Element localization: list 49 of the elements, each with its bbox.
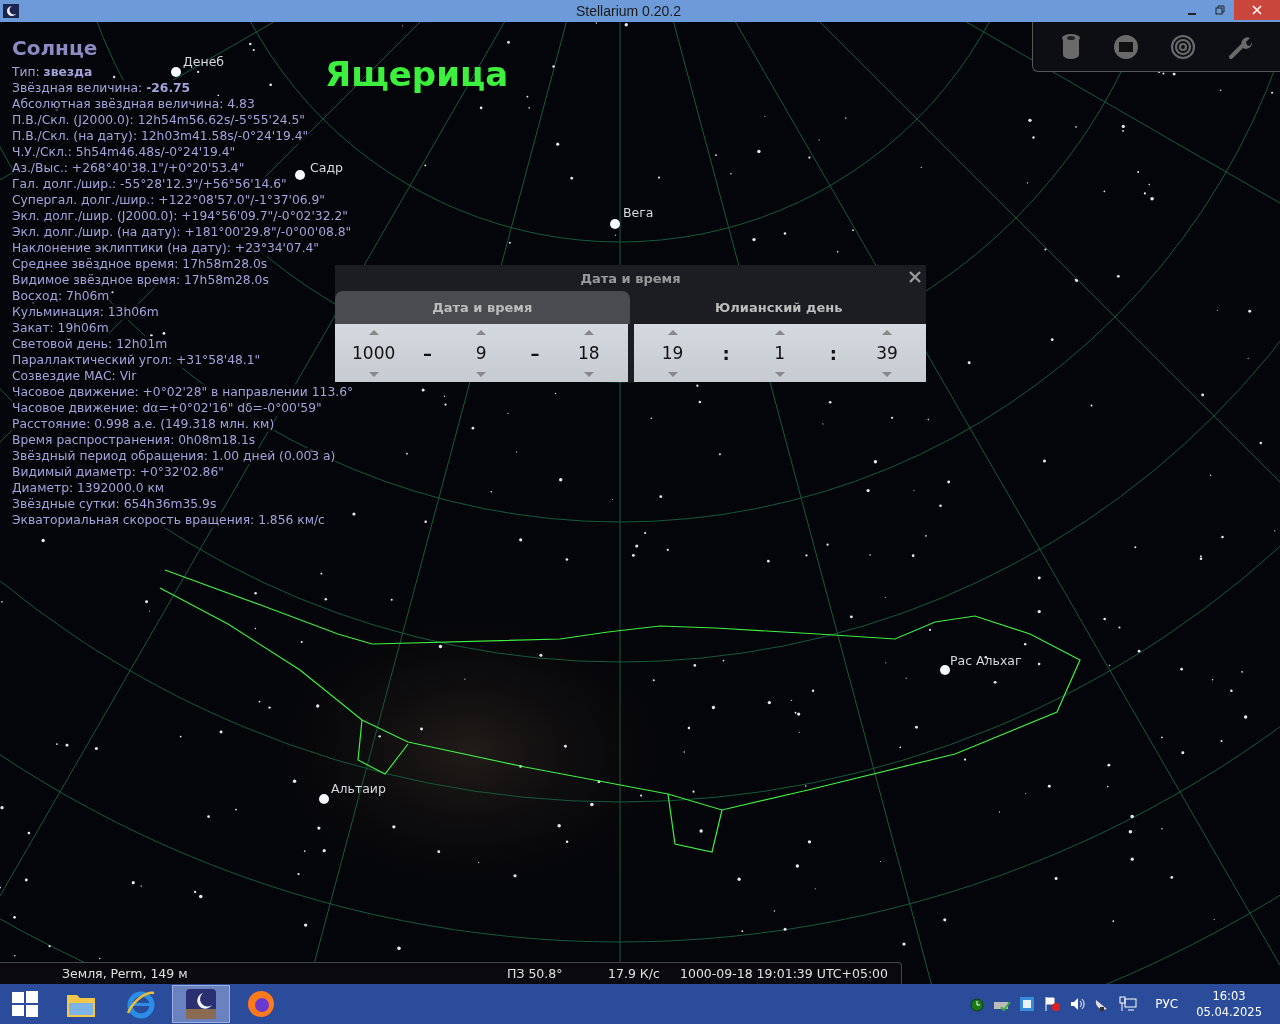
spin-field[interactable]: 19 xyxy=(644,337,701,369)
star-label: Альтаир xyxy=(331,781,386,796)
speaker-icon[interactable] xyxy=(1069,996,1086,1012)
restore-icon xyxy=(1215,5,1225,15)
spin-field[interactable]: 39 xyxy=(858,337,915,369)
separator: – xyxy=(422,342,432,364)
close-icon xyxy=(908,270,922,284)
clock-time: 16:03 xyxy=(1212,988,1246,1004)
spin-field[interactable]: 1000 xyxy=(345,337,402,369)
spin-field[interactable]: 1 xyxy=(751,337,808,369)
clock-icon[interactable] xyxy=(969,996,986,1012)
location-text: Земля, Perm, 149 м xyxy=(62,966,188,981)
object-name: Солнце xyxy=(12,36,99,60)
fps-text: 17.9 К/с xyxy=(608,966,660,981)
telescope-icon[interactable] xyxy=(1060,33,1083,60)
clock-date: 05.04.2025 xyxy=(1196,1004,1262,1020)
star-label: Рас Альхаг xyxy=(950,653,1022,668)
flag-error-icon[interactable] xyxy=(1043,996,1062,1012)
close-icon xyxy=(1252,5,1262,15)
app-tray-icon[interactable] xyxy=(1019,996,1036,1012)
taskbar-app[interactable] xyxy=(172,985,230,1023)
separator: – xyxy=(530,342,540,364)
window-title: Stellarium 0.20.2 xyxy=(574,3,683,19)
screen-icon[interactable] xyxy=(1113,33,1140,60)
target-icon[interactable] xyxy=(1169,33,1196,60)
separator: : xyxy=(722,342,730,364)
moon-icon xyxy=(3,4,19,18)
dialog-tab[interactable]: Дата и время xyxy=(335,291,630,324)
star-label: Садр xyxy=(310,160,343,175)
star-label: Вега xyxy=(623,205,654,220)
dialog-title: Дата и время xyxy=(580,270,681,286)
globe-e-icon xyxy=(126,989,156,1019)
windows-icon xyxy=(12,991,38,1017)
moon-icon xyxy=(186,989,216,1019)
network-icon[interactable] xyxy=(1119,996,1138,1012)
constellation-name: Ящерица xyxy=(325,54,509,94)
separator: : xyxy=(829,342,837,364)
spin-field[interactable]: 18 xyxy=(560,337,617,369)
spin-field[interactable]: 9 xyxy=(453,337,510,369)
field-of-view-text: ПЗ 50.8° xyxy=(507,966,563,981)
language-indicator[interactable]: РУС xyxy=(1155,997,1179,1011)
close-button[interactable] xyxy=(908,270,922,284)
minimize-icon xyxy=(1188,13,1196,15)
close-button[interactable] xyxy=(1234,0,1280,20)
tray-clock[interactable]: 16:03 05.04.2025 xyxy=(1196,988,1262,1020)
date-time-text: 1000-09-18 19:01:39 UTC+05:00 xyxy=(680,966,888,981)
dialog-tab[interactable]: Юлианский день xyxy=(631,291,926,324)
fox-globe-icon xyxy=(246,989,276,1019)
star-label: Денеб xyxy=(183,54,225,69)
